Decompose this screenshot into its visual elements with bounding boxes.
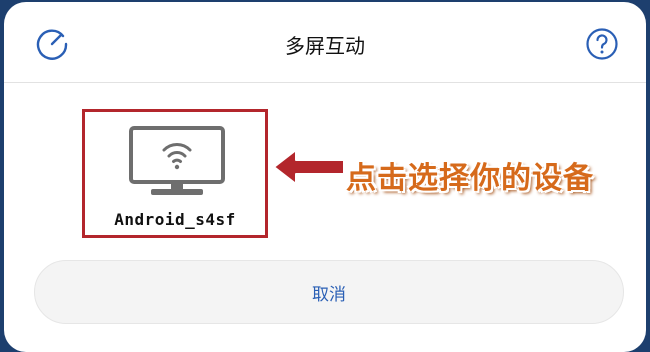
- dialog-header: 多屏互动: [4, 2, 646, 83]
- arrow-left-icon: [272, 146, 346, 192]
- device-item[interactable]: Android_s4sf: [82, 109, 268, 238]
- device-name: Android_s4sf: [114, 210, 236, 229]
- dialog-title: 多屏互动: [285, 34, 365, 58]
- help-icon[interactable]: [584, 26, 620, 62]
- multiscreen-dialog: 多屏互动 Android_s4sf 点击选择你的设备 取消: [4, 2, 646, 352]
- select-device-hint: 点击选择你的设备: [346, 161, 594, 196]
- cancel-button[interactable]: 取消: [34, 260, 624, 324]
- wifi-tv-icon: [129, 126, 225, 204]
